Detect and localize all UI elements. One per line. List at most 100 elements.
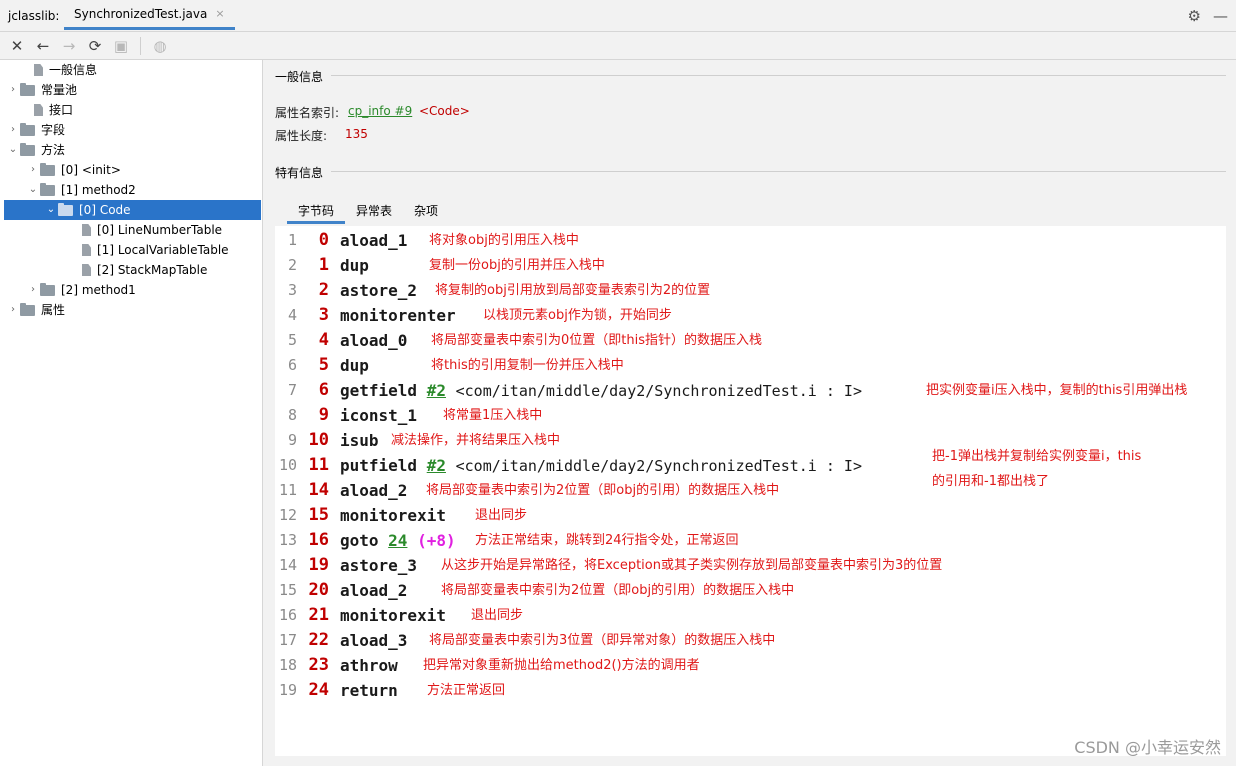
section-divider <box>331 171 1226 172</box>
bytecode-row: 16 21 monitorexit 退出同步 <box>275 603 1226 628</box>
specific-info-tabs: 字节码 异常表 杂项 <box>287 198 449 224</box>
folder-icon <box>20 122 35 136</box>
globe-icon[interactable]: ◍ <box>151 37 169 55</box>
file-icon <box>82 264 91 276</box>
bytecode-row: 12 15 monitorexit 退出同步 <box>275 503 1226 528</box>
annotation: 将复制的obj引用放到局部变量表索引为2的位置 <box>435 283 711 298</box>
tab-exception-table[interactable]: 异常表 <box>345 198 403 224</box>
tree-item-general-info[interactable]: 一般信息 <box>20 60 97 80</box>
tree-item-linenumbertable[interactable]: [0] LineNumberTable <box>68 220 222 240</box>
bytecode-row: 54 aload_0 将局部变量表中索引为0位置（即this指针）的数据压入栈 <box>275 328 1226 353</box>
folder-icon <box>20 302 35 316</box>
gear-icon[interactable]: ⚙ <box>1188 6 1201 26</box>
save-icon[interactable]: ▣ <box>112 37 130 55</box>
annotation: 减法操作，并将结果压入栈中 <box>391 433 561 448</box>
back-arrow-icon[interactable]: ← <box>34 37 52 55</box>
tab-synchronizedtest[interactable]: SynchronizedTest.java × <box>64 0 235 30</box>
reload-icon[interactable]: ⟳ <box>86 37 104 55</box>
folder-icon <box>40 162 55 176</box>
chevron-down-icon[interactable]: ⌄ <box>6 140 20 160</box>
annotation: 将局部变量表中索引为2位置（即obj的引用）的数据压入栈中 <box>426 483 780 498</box>
folder-icon <box>20 142 35 156</box>
annotation: 以栈顶元素obj作为锁，开始同步 <box>483 308 672 323</box>
tree-item-fields[interactable]: › 字段 <box>6 120 65 140</box>
bytecode-row: 43 monitorenter 以栈顶元素obj作为锁，开始同步 <box>275 303 1226 328</box>
chevron-right-icon[interactable]: › <box>6 300 20 320</box>
tree-item-methods[interactable]: ⌄ 方法 <box>6 140 65 160</box>
jump-target-link[interactable]: 24 <box>388 531 407 550</box>
annotation: 将常量1压入栈中 <box>443 408 543 423</box>
constant-pool-link[interactable]: #2 <box>427 381 446 400</box>
chevron-right-icon[interactable]: › <box>6 120 20 140</box>
minimize-icon[interactable]: — <box>1213 6 1228 26</box>
bytecode-row: 13 16 goto 24 (+8) 方法正常结束，跳转到24行指令处，正常返回 <box>275 528 1226 553</box>
general-info-title: 一般信息 <box>275 70 324 84</box>
annotation: 把实例变量i压入栈中，复制的this引用弹出栈 <box>926 383 1188 398</box>
annotation: 方法正常返回 <box>427 683 506 698</box>
chevron-right-icon[interactable]: › <box>26 160 40 180</box>
bytecode-row: 15 20 aload_2 将局部变量表中索引为2位置（即obj的引用）的数据压入… <box>275 578 1226 603</box>
bytecode-row: 10 aload_1 将对象obj的引用压入栈中 <box>275 228 1226 253</box>
close-icon[interactable]: ✕ <box>8 37 26 55</box>
tree-item-localvariabletable[interactable]: [1] LocalVariableTable <box>68 240 229 260</box>
tree-item-interfaces[interactable]: 接口 <box>20 100 73 120</box>
annotation: 将局部变量表中索引为2位置（即obj的引用）的数据压入栈中 <box>441 583 795 598</box>
tree-item-attributes[interactable]: › 属性 <box>6 300 65 320</box>
title-bar: jclasslib: SynchronizedTest.java × ⚙ — <box>0 0 1236 32</box>
detail-panel: 一般信息 属性名索引: cp_info #9 <Code> 属性长度: 135 … <box>263 60 1236 766</box>
chevron-right-icon[interactable]: › <box>26 280 40 300</box>
folder-icon <box>58 202 73 216</box>
forward-arrow-icon[interactable]: → <box>60 37 78 55</box>
section-divider <box>331 75 1226 76</box>
chevron-down-icon[interactable]: ⌄ <box>26 180 40 200</box>
tab-title: SynchronizedTest.java <box>74 6 208 21</box>
chevron-right-icon[interactable]: › <box>6 80 20 100</box>
class-structure-tree: 一般信息 › 常量池 接口 › 字段 ⌄ 方法 › [0] <init> ⌄ [… <box>0 60 263 766</box>
name-index-link[interactable]: cp_info #9 <box>348 104 412 118</box>
annotation: 将局部变量表中索引为3位置（即异常对象）的数据压入栈中 <box>429 633 776 648</box>
annotation: 将局部变量表中索引为0位置（即this指针）的数据压入栈 <box>431 333 762 348</box>
specific-info-title: 特有信息 <box>275 166 324 180</box>
tree-item-constant-pool[interactable]: › 常量池 <box>6 80 77 100</box>
attribute-length-value: 135 <box>345 127 368 141</box>
annotation: 把-1弹出栈并复制给实例变量i，this <box>932 449 1142 464</box>
annotation: 方法正常结束，跳转到24行指令处，正常返回 <box>475 533 739 548</box>
annotation: 退出同步 <box>475 508 528 523</box>
bytecode-row: 11 14 aload_2 将局部变量表中索引为2位置（即obj的引用）的数据压入… <box>275 478 1226 503</box>
tree-item-method2[interactable]: ⌄ [1] method2 <box>26 180 136 200</box>
folder-icon <box>40 282 55 296</box>
folder-icon <box>40 182 55 196</box>
bytecode-row: 18 23 athrow 把异常对象重新抛出给method2()方法的调用者 <box>275 653 1226 678</box>
bytecode-row: 14 19 astore_3 从这步开始是异常路径，将Exception或其子类实… <box>275 553 1226 578</box>
annotation: 从这步开始是异常路径，将Exception或其子类实例存放到局部变量表中索引为3… <box>441 558 943 573</box>
watermark: CSDN @小幸运安然 <box>1074 738 1221 757</box>
toolbar-divider <box>140 36 141 55</box>
tab-bytecode[interactable]: 字节码 <box>287 198 346 224</box>
annotation: 退出同步 <box>471 608 524 623</box>
bytecode-row: 89 iconst_1 将常量1压入栈中 <box>275 403 1226 428</box>
toolbar: ✕ ← → ⟳ ▣ ◍ <box>0 32 1236 60</box>
annotation: 将this的引用复制一份并压入栈中 <box>431 358 624 373</box>
tree-item-method-init[interactable]: › [0] <init> <box>26 160 121 180</box>
file-icon <box>34 104 43 116</box>
bytecode-row: 32 astore_2 将复制的obj引用放到局部变量表索引为2的位置 <box>275 278 1226 303</box>
tree-item-method1[interactable]: › [2] method1 <box>26 280 136 300</box>
tree-item-code[interactable]: ⌄ [0] Code <box>4 200 261 220</box>
folder-icon <box>20 82 35 96</box>
tab-misc[interactable]: 杂项 <box>403 198 449 224</box>
bytecode-row: 17 22 aload_3 将局部变量表中索引为3位置（即异常对象）的数据压入栈中 <box>275 628 1226 653</box>
file-icon <box>82 224 91 236</box>
constant-pool-link[interactable]: #2 <box>427 456 446 475</box>
bytecode-row: 76 getfield #2 <com/itan/middle/day2/Syn… <box>275 378 1226 403</box>
bytecode-listing: 10 aload_1 将对象obj的引用压入栈中 21 dup 复制一份obj的… <box>275 226 1226 756</box>
name-index-value: <Code> <box>419 104 470 118</box>
tree-item-stackmaptable[interactable]: [2] StackMapTable <box>68 260 207 280</box>
chevron-down-icon[interactable]: ⌄ <box>44 200 58 220</box>
bytecode-row: 19 24 return 方法正常返回 <box>275 678 1226 703</box>
attribute-length-label: 属性长度: <box>275 129 328 143</box>
tab-close-icon[interactable]: × <box>215 7 224 20</box>
file-icon <box>82 244 91 256</box>
name-index-label: 属性名索引: <box>275 106 340 120</box>
file-icon <box>34 64 43 76</box>
bytecode-row: 65 dup 将this的引用复制一份并压入栈中 <box>275 353 1226 378</box>
